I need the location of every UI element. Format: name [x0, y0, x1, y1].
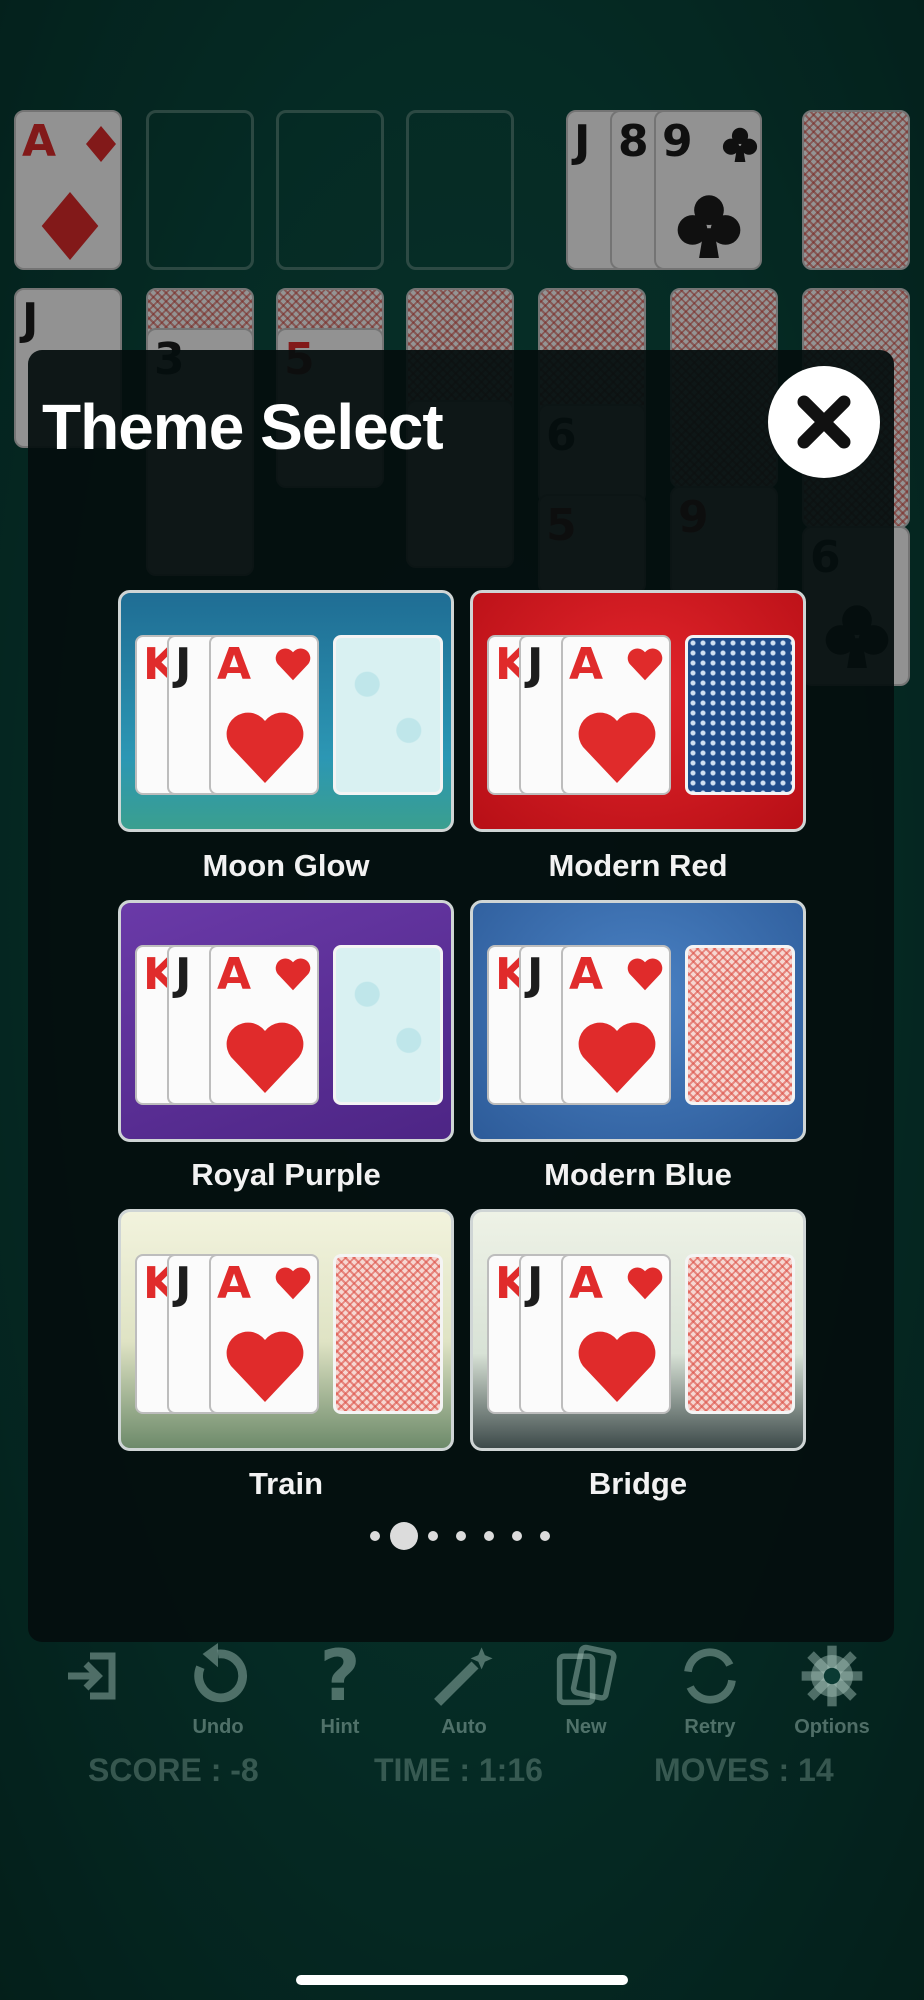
- preview-card-ace-hearts: A: [561, 945, 671, 1105]
- theme-option-bridge[interactable]: K J A: [470, 1209, 806, 1451]
- toolbar-label: New: [565, 1716, 607, 1738]
- retry-icon: [684, 1648, 736, 1704]
- heart-icon: [627, 958, 663, 991]
- theme-option-moon-glow[interactable]: K J A: [118, 590, 454, 832]
- heart-icon: [627, 1267, 663, 1300]
- page-dot-active[interactable]: [390, 1522, 418, 1550]
- time-display: TIME : 1:16: [374, 1752, 543, 1788]
- close-button[interactable]: [768, 366, 880, 478]
- page-dot[interactable]: [456, 1531, 466, 1541]
- new-game-button[interactable]: New: [536, 1636, 636, 1739]
- heart-icon: [627, 648, 663, 681]
- toolbar-label: Auto: [441, 1716, 487, 1738]
- heart-icon: [275, 648, 311, 681]
- theme-label: Modern Red: [548, 848, 728, 883]
- hint-button[interactable]: ? Hint: [290, 1635, 390, 1739]
- exit-icon: [68, 1652, 116, 1700]
- preview-card-ace-hearts: A: [561, 1254, 671, 1414]
- page-dot[interactable]: [428, 1531, 438, 1541]
- gear-icon: [801, 1645, 863, 1707]
- heart-icon: [275, 1267, 311, 1300]
- theme-label: Moon Glow: [202, 848, 370, 883]
- undo-button[interactable]: Undo: [168, 1636, 268, 1739]
- theme-label: Modern Blue: [544, 1157, 732, 1192]
- theme-label: Bridge: [588, 1466, 688, 1501]
- hint-icon: ?: [319, 1635, 361, 1717]
- heart-icon: [226, 1022, 304, 1093]
- score-display: SCORE : -8: [88, 1752, 259, 1788]
- heart-icon: [275, 958, 311, 991]
- preview-card-ace-hearts: A: [561, 635, 671, 795]
- card-back-preview: [685, 945, 795, 1105]
- page-indicator: [0, 1520, 924, 1552]
- toolbar-label: Undo: [192, 1716, 244, 1738]
- page-dot[interactable]: [370, 1531, 380, 1541]
- dialog-title: Theme Select: [42, 391, 444, 463]
- home-indicator[interactable]: [296, 1975, 628, 1985]
- theme-option-royal-purple[interactable]: K J A: [118, 900, 454, 1142]
- toolbar-label: Options: [794, 1716, 870, 1738]
- theme-option-train[interactable]: K J A: [118, 1209, 454, 1451]
- card-back-preview: [685, 1254, 795, 1414]
- options-button[interactable]: Options: [782, 1636, 882, 1739]
- theme-label: Train: [248, 1466, 324, 1501]
- moves-display: MOVES : 14: [654, 1752, 834, 1788]
- page-dot[interactable]: [540, 1531, 550, 1541]
- card-back-preview: [333, 1254, 443, 1414]
- preview-card-ace-hearts: A: [209, 945, 319, 1105]
- undo-icon: [194, 1643, 247, 1703]
- heart-icon: [578, 1022, 656, 1093]
- preview-card-ace-hearts: A: [209, 1254, 319, 1414]
- heart-icon: [578, 712, 656, 783]
- exit-button[interactable]: [42, 1636, 142, 1716]
- theme-option-modern-red[interactable]: K J A: [470, 590, 806, 832]
- theme-label: Royal Purple: [191, 1157, 381, 1192]
- card-back-preview: [333, 635, 443, 795]
- preview-card-ace-hearts: A: [209, 635, 319, 795]
- card-back-preview: [333, 945, 443, 1105]
- toolbar-label: Hint: [320, 1716, 360, 1738]
- page-dot[interactable]: [512, 1531, 522, 1541]
- heart-icon: [226, 712, 304, 783]
- heart-icon: [226, 1331, 304, 1402]
- retry-button[interactable]: Retry: [660, 1636, 760, 1739]
- heart-icon: [578, 1331, 656, 1402]
- auto-icon: [434, 1647, 493, 1706]
- card-back-preview: [685, 635, 795, 795]
- auto-button[interactable]: Auto: [414, 1636, 514, 1739]
- toolbar-label: Retry: [684, 1716, 736, 1738]
- close-icon: [797, 395, 851, 449]
- theme-option-modern-blue[interactable]: K J A: [470, 900, 806, 1142]
- page-dot[interactable]: [484, 1531, 494, 1541]
- new-game-icon: [556, 1644, 617, 1706]
